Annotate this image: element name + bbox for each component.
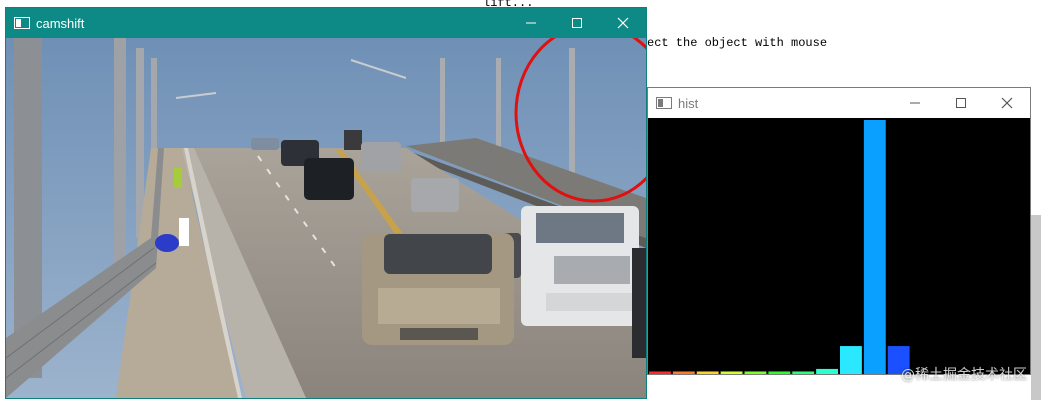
close-icon	[617, 17, 629, 29]
histogram-bar	[768, 371, 791, 374]
histogram-bar	[720, 371, 743, 374]
maximize-button[interactable]	[938, 88, 984, 118]
window-icon	[656, 97, 672, 109]
close-icon	[1001, 97, 1013, 109]
histogram-bar	[744, 371, 767, 374]
maximize-icon	[572, 18, 582, 28]
minimize-button[interactable]	[892, 88, 938, 118]
histogram-bar	[672, 371, 695, 374]
camshift-title: camshift	[36, 15, 85, 31]
window-icon	[14, 17, 30, 29]
maximize-icon	[956, 98, 966, 108]
minimize-icon	[526, 22, 536, 24]
camshift-window: camshift	[5, 7, 647, 399]
watermark: @稀土掘金技术社区	[901, 367, 1027, 383]
histogram-bar	[649, 371, 671, 374]
close-button[interactable]	[984, 88, 1030, 118]
histogram-bar	[816, 368, 839, 374]
hue-histogram	[649, 120, 910, 374]
camshift-titlebar[interactable]: camshift	[6, 8, 646, 38]
hist-titlebar[interactable]: hist	[648, 88, 1030, 118]
bridge-scene-image	[6, 38, 646, 398]
maximize-button[interactable]	[554, 8, 600, 38]
console-line-2: ect the object with mouse	[647, 36, 828, 50]
histogram-bar	[792, 371, 815, 374]
close-button[interactable]	[600, 8, 646, 38]
minimize-button[interactable]	[508, 8, 554, 38]
video-frame[interactable]	[6, 38, 646, 398]
background-window	[1031, 215, 1041, 400]
histogram-bar	[840, 346, 862, 374]
histogram-canvas	[648, 118, 1030, 374]
hist-title: hist	[678, 95, 699, 111]
hist-window: hist	[647, 87, 1031, 375]
minimize-icon	[910, 102, 920, 104]
histogram-bar	[696, 371, 719, 374]
histogram-bar	[863, 120, 886, 374]
